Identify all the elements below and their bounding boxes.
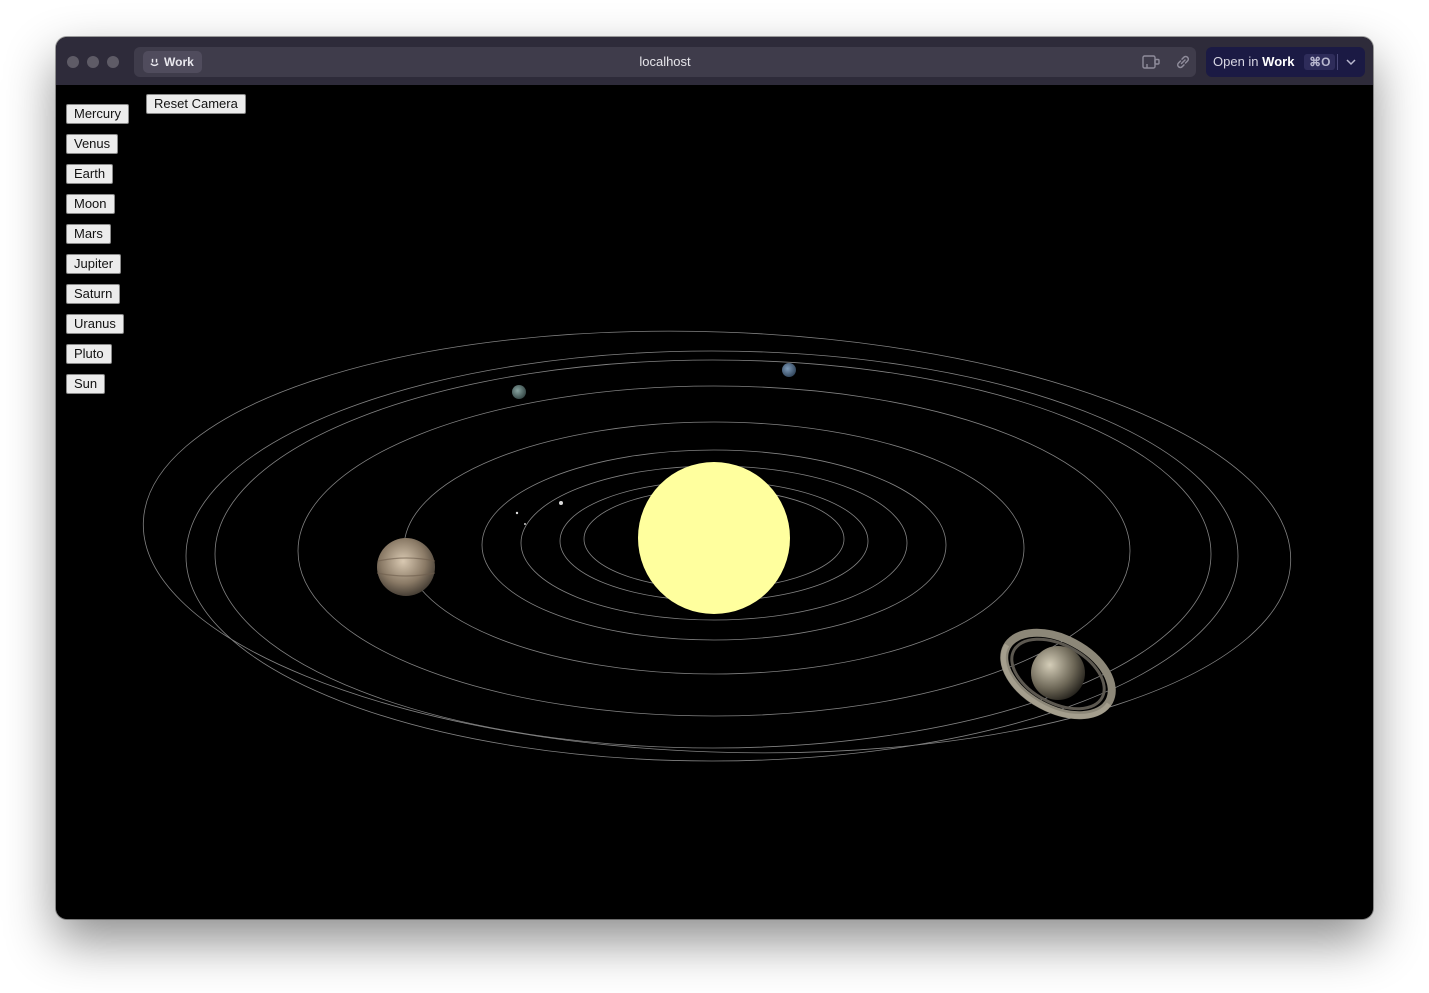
reset-camera-button[interactable]: Reset Camera xyxy=(146,94,246,114)
earth-planet[interactable] xyxy=(524,523,526,525)
address-bar[interactable]: Work localhost xyxy=(134,47,1196,77)
open-in-target: Work xyxy=(1262,54,1295,69)
solar-system-scene[interactable] xyxy=(56,85,1373,919)
open-in-prefix: Open in xyxy=(1213,54,1259,69)
jupiter-planet[interactable] xyxy=(376,538,436,596)
minimize-window-button[interactable] xyxy=(87,56,99,68)
extensions-icon[interactable] xyxy=(1142,54,1160,70)
focus-earth-button[interactable]: Earth xyxy=(66,164,114,184)
focus-uranus-button[interactable]: Uranus xyxy=(66,314,124,334)
saturn-planet[interactable] xyxy=(990,616,1125,732)
title-bar: Work localhost Open in Work ⌘O xyxy=(56,37,1373,85)
url-text: localhost xyxy=(639,54,691,69)
mercury-planet[interactable] xyxy=(559,501,563,505)
uranus-planet[interactable] xyxy=(782,363,796,377)
focus-venus-button[interactable]: Venus xyxy=(66,134,119,154)
chevron-down-icon[interactable] xyxy=(1345,56,1357,68)
focus-mars-button[interactable]: Mars xyxy=(66,224,111,244)
open-in-shortcut: ⌘O xyxy=(1304,54,1336,70)
sun-star[interactable] xyxy=(638,462,790,614)
focus-pluto-button[interactable]: Pluto xyxy=(66,344,112,364)
focus-jupiter-button[interactable]: Jupiter xyxy=(66,254,122,274)
solar-system-canvas[interactable]: Reset Camera Mercury Venus Earth Moon Ma… xyxy=(56,85,1373,919)
open-in-divider xyxy=(1337,54,1338,70)
focus-mercury-button[interactable]: Mercury xyxy=(66,104,129,124)
close-window-button[interactable] xyxy=(67,56,79,68)
open-in-button[interactable]: Open in Work ⌘O xyxy=(1206,47,1365,77)
focus-moon-button[interactable]: Moon xyxy=(66,194,115,214)
focus-saturn-button[interactable]: Saturn xyxy=(66,284,121,304)
zoom-window-button[interactable] xyxy=(107,56,119,68)
pluto-planet[interactable] xyxy=(512,385,526,399)
venus-planet[interactable] xyxy=(515,511,519,515)
focus-sun-button[interactable]: Sun xyxy=(66,374,106,394)
copy-link-icon[interactable] xyxy=(1174,54,1192,70)
browser-window: Work localhost Open in Work ⌘O Reset Cam… xyxy=(56,37,1373,919)
